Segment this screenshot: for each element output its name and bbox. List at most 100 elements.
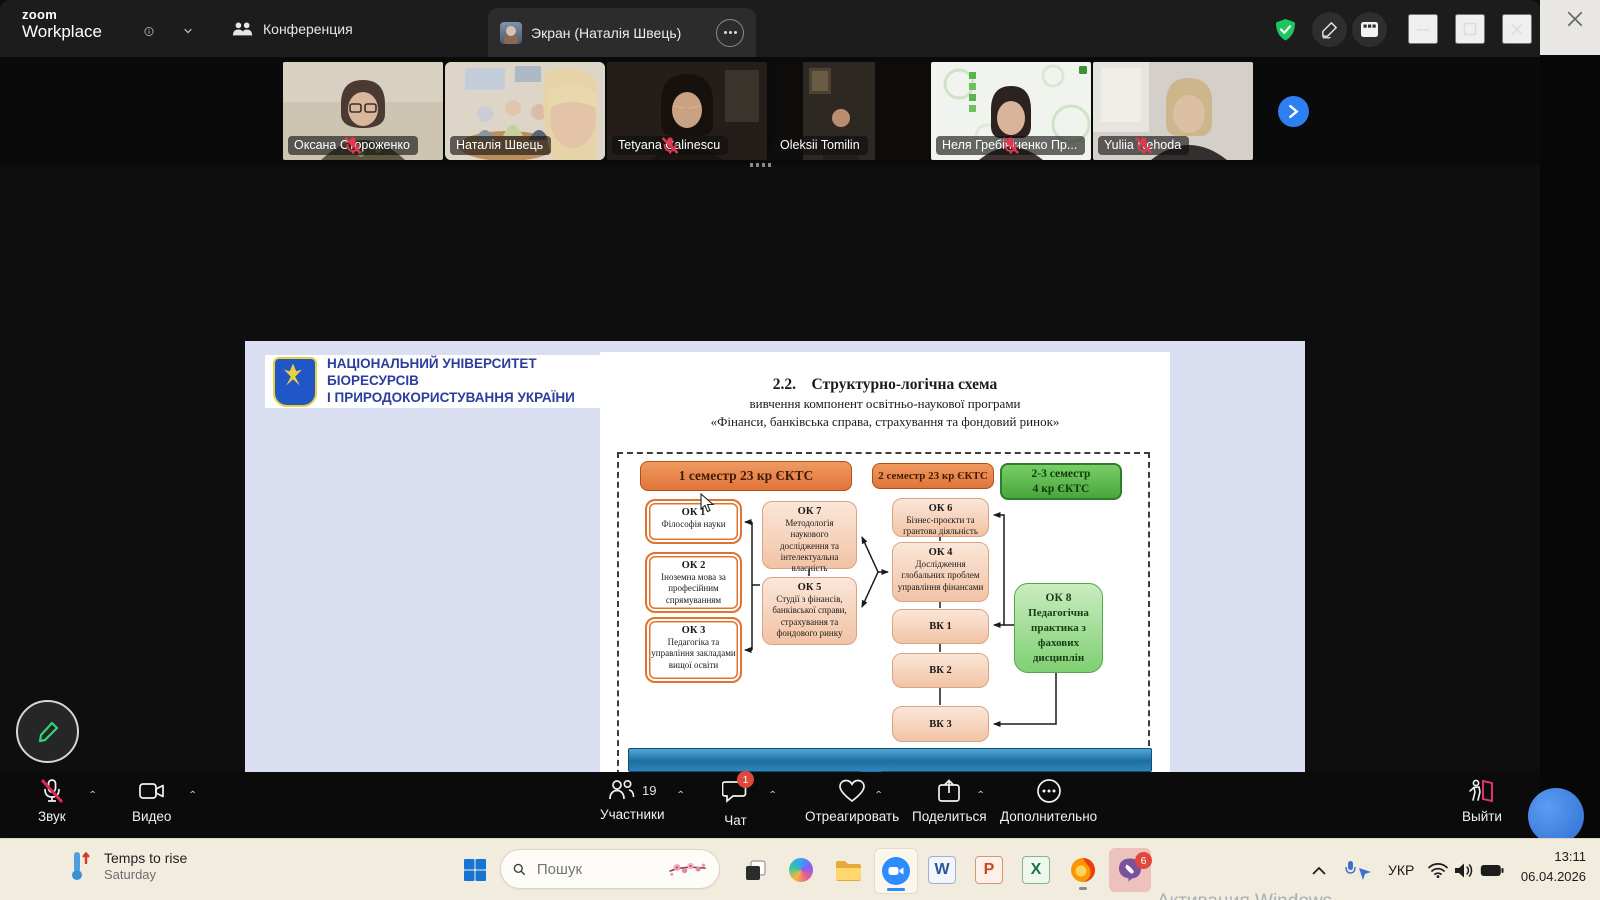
titlebar-chevron-button[interactable] <box>178 22 198 40</box>
participants-chevron[interactable]: ⌃ <box>676 789 685 800</box>
chat-button[interactable]: 1 Чат <box>721 771 754 828</box>
background-window-corner <box>1540 0 1600 55</box>
share-button[interactable]: Поделиться <box>912 778 987 824</box>
green-pencil-icon <box>38 721 58 742</box>
strip-resize-handle[interactable] <box>750 163 774 167</box>
taskbar-weather-widget[interactable]: Temps to rise Saturday <box>70 850 187 882</box>
start-button[interactable] <box>454 848 496 892</box>
maximize-button[interactable] <box>1455 14 1485 44</box>
weather-subtitle: Saturday <box>104 867 157 882</box>
floating-blue-bubble[interactable] <box>1528 788 1584 844</box>
share-chevron[interactable]: ⌃ <box>976 789 985 800</box>
clock-date: 06.04.2026 <box>1520 868 1586 884</box>
university-banner: НАЦІОНАЛЬНИЙ УНІВЕРСИТЕТ БІОРЕСУРСІВ І П… <box>265 355 623 408</box>
tab-more-button[interactable] <box>716 18 744 47</box>
clock-time: 13:11 <box>1554 849 1586 864</box>
mic-in-use-icon <box>1345 861 1371 880</box>
next-participants-button[interactable] <box>1278 96 1309 127</box>
participant-tile[interactable]: Yuliia Nehoda <box>1093 62 1253 160</box>
minimize-button[interactable] <box>1408 14 1438 44</box>
video-options-chevron[interactable]: ⌃ <box>188 789 197 800</box>
annotation-pencil-button[interactable] <box>16 700 79 763</box>
university-name: НАЦІОНАЛЬНИЙ УНІВЕРСИТЕТ БІОРЕСУРСІВ І П… <box>327 356 575 405</box>
participant-name-pill: Oleksii Tomilin <box>774 136 868 155</box>
minimize-icon <box>1417 29 1429 31</box>
leave-label: Выйти <box>1462 809 1502 824</box>
language-indicator[interactable]: УКР <box>1388 839 1414 900</box>
react-button[interactable]: Отреагировать <box>805 778 899 824</box>
muted-mic-icon <box>1002 137 1019 154</box>
tray-chevron-icon <box>1312 866 1326 875</box>
volume-indicator[interactable] <box>1454 839 1473 900</box>
tray-mic-location[interactable] <box>1344 839 1372 900</box>
thermometer-icon <box>72 851 90 880</box>
avatar <box>500 21 522 44</box>
audio-label: Звук <box>38 809 66 824</box>
info-icon <box>144 26 154 36</box>
muted-mic-icon <box>661 137 679 154</box>
react-label: Отреагировать <box>805 809 900 824</box>
participant-name-pill: Оксана Стороженко <box>288 136 418 155</box>
more-button[interactable]: Дополнительно <box>1000 778 1097 824</box>
task-view-icon <box>745 859 766 880</box>
shield-check-icon <box>1276 19 1295 41</box>
taskbar-search[interactable] <box>500 849 720 889</box>
background-close-icon[interactable] <box>1566 10 1584 28</box>
info-button[interactable] <box>138 20 160 42</box>
annotate-button[interactable] <box>1312 12 1347 47</box>
word-icon: W <box>928 856 956 884</box>
powerpoint-button[interactable]: P <box>968 848 1010 892</box>
wifi-indicator[interactable] <box>1428 839 1448 900</box>
mouse-cursor <box>700 493 715 513</box>
zoom-toolbar: Звук ⌃ Видео ⌃ 19 Участники ⌃ 1 Чат ⌃ От… <box>0 771 1540 838</box>
security-shield[interactable] <box>1274 18 1297 47</box>
zoom-titlebar: zoom Workplace Конференция Экран (Наталі… <box>0 0 1540 57</box>
participants-button[interactable]: 19 Участники <box>600 778 665 822</box>
participant-tile[interactable]: Oleksii Tomilin <box>769 62 929 160</box>
participant-tile[interactable]: Неля Гребініченко Пр... <box>931 62 1091 160</box>
muted-mic-icon <box>344 137 362 154</box>
tab-conference[interactable]: Конференция <box>232 0 353 57</box>
maximize-icon <box>1463 22 1477 36</box>
participant-name: Oleksii Tomilin <box>780 138 860 152</box>
camera-icon <box>138 783 164 799</box>
excel-button[interactable]: X <box>1015 848 1057 892</box>
participant-tile[interactable]: Оксана Стороженко <box>283 62 443 160</box>
share-label: Поделиться <box>912 809 987 824</box>
taskbar-clock[interactable]: 13:11 06.04.2026 <box>1498 847 1586 886</box>
copilot-button[interactable] <box>780 848 822 892</box>
task-view-button[interactable] <box>734 848 776 892</box>
participant-tile[interactable]: Tetyana Calinescu <box>607 62 767 160</box>
participant-tile-active[interactable]: Наталія Швець <box>445 62 605 160</box>
viber-button[interactable]: 6 <box>1109 848 1152 892</box>
audio-button[interactable]: Звук <box>38 778 66 824</box>
tab-screen-share[interactable]: Экран (Наталія Швець) <box>488 8 756 57</box>
video-button[interactable]: Видео <box>132 778 171 824</box>
logo-text-zoom: zoom <box>22 7 58 22</box>
zoom-app-button[interactable] <box>874 848 918 894</box>
audio-options-chevron[interactable]: ⌃ <box>88 789 97 800</box>
participant-name-pill: Tetyana Calinescu <box>612 136 729 155</box>
weather-title: Temps to rise <box>104 850 188 866</box>
participants-icon <box>609 779 635 800</box>
chat-chevron[interactable]: ⌃ <box>768 789 777 800</box>
apps-button[interactable] <box>1352 12 1387 47</box>
chat-label: Чат <box>724 813 747 828</box>
screen: zoom Workplace Конференция Экран (Наталі… <box>0 0 1600 900</box>
pencil-icon <box>1322 21 1338 39</box>
apps-icon <box>1361 22 1378 37</box>
more-label: Дополнительно <box>1000 809 1098 824</box>
chevron-right-icon <box>1289 105 1299 118</box>
react-chevron[interactable]: ⌃ <box>874 789 883 800</box>
chevron-down-icon <box>184 28 192 34</box>
search-input[interactable] <box>534 859 659 879</box>
leave-button[interactable]: Выйти <box>1462 778 1502 824</box>
close-button[interactable] <box>1502 14 1532 44</box>
firefox-button[interactable] <box>1062 848 1104 892</box>
word-button[interactable]: W <box>921 848 963 892</box>
participant-name-pill: Наталія Швець <box>450 136 552 155</box>
file-explorer-button[interactable] <box>827 848 869 892</box>
tray-expand[interactable] <box>1312 839 1326 900</box>
participants-label: Участники <box>600 807 665 822</box>
firefox-icon <box>1071 858 1095 882</box>
